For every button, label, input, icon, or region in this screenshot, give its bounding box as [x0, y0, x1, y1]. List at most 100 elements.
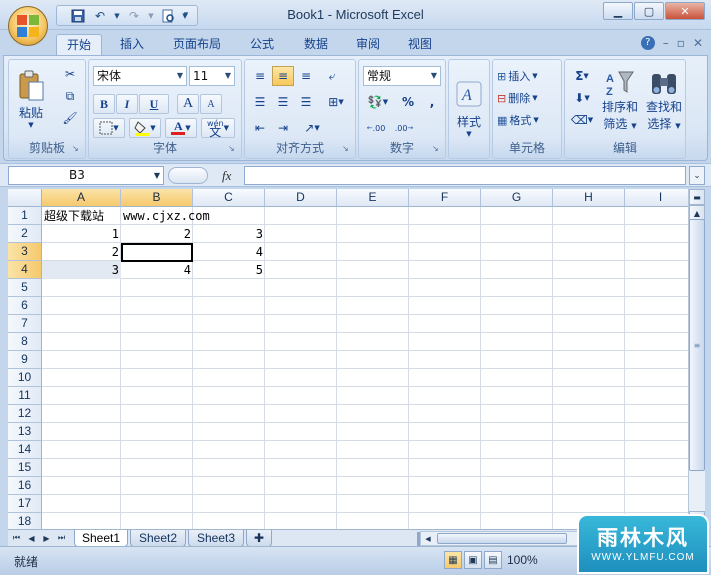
format-painter-icon[interactable]: 🖌 [59, 108, 81, 128]
insert-sheet-icon[interactable]: ✚ [246, 530, 272, 547]
column-header-g[interactable]: G [481, 189, 553, 207]
tab-review[interactable]: 审阅 [346, 34, 390, 56]
name-box[interactable]: B3 ▼ [8, 166, 164, 185]
styles-button[interactable]: A 样式 ▼ [451, 64, 487, 154]
row-header-4[interactable]: 4 [8, 261, 42, 279]
scroll-thumb[interactable]: ≡ [689, 219, 705, 471]
border-button[interactable]: ▼ [93, 118, 125, 138]
page-break-view-icon[interactable]: ▤ [484, 551, 502, 569]
row-header-13[interactable]: 13 [8, 423, 42, 441]
horizontal-scroll-thumb[interactable] [437, 533, 567, 544]
autosum-button[interactable]: Σ ▼ [567, 66, 597, 86]
percent-button[interactable]: % [397, 92, 419, 112]
minimize-button[interactable]: ▁ [603, 2, 633, 20]
column-header-i[interactable]: I [625, 189, 688, 207]
align-middle-icon[interactable]: ≡ [272, 66, 294, 86]
fill-icon[interactable]: ⬇ ▼ [567, 88, 597, 108]
decrease-decimal-button[interactable]: .00 → [391, 118, 417, 138]
format-cells-button[interactable]: ▦ 格式 ▼ [497, 110, 539, 130]
row-header-1[interactable]: 1 [8, 207, 42, 225]
column-header-f[interactable]: F [409, 189, 481, 207]
align-center-icon[interactable]: ☰ [272, 92, 294, 112]
phonetic-button[interactable]: wén 文 ▼ [201, 118, 235, 138]
normal-view-icon[interactable]: ▦ [444, 551, 462, 569]
underline-button[interactable]: U [139, 94, 169, 114]
find-select-button[interactable]: 查找和 选择 ▼ [643, 64, 685, 136]
row-header-16[interactable]: 16 [8, 477, 42, 495]
maximize-button[interactable]: ▢ [634, 2, 664, 20]
font-name-combo[interactable]: 宋体 ▼ [93, 66, 187, 86]
cell-a3[interactable]: 2 [42, 243, 121, 261]
tab-split-handle[interactable] [417, 532, 420, 546]
cell-b4[interactable]: 4 [121, 261, 193, 279]
merge-center-icon[interactable]: ⊞ ▼ [321, 92, 351, 112]
cell-b1[interactable]: www.cjxz.com [121, 207, 212, 225]
workbook-close-icon[interactable]: ✕ [693, 36, 703, 50]
cell-a1[interactable]: 超级下载站 [42, 207, 106, 225]
name-box-dropdown-icon[interactable]: ▼ [154, 167, 160, 184]
help-icon[interactable]: ? [640, 36, 655, 50]
fill-color-button[interactable]: ▼ [129, 118, 161, 138]
column-header-b[interactable]: B [121, 189, 193, 207]
active-cell-b3[interactable] [121, 243, 193, 262]
row-header-9[interactable]: 9 [8, 351, 42, 369]
row-header-7[interactable]: 7 [8, 315, 42, 333]
font-size-combo[interactable]: 11 ▼ [189, 66, 235, 86]
tab-page-layout[interactable]: 页面布局 [164, 34, 230, 56]
grow-font-button[interactable]: A [177, 94, 199, 114]
insert-cells-button[interactable]: ⊞ 插入 ▼ [497, 66, 538, 86]
font-color-button[interactable]: A ▼ [165, 118, 197, 138]
page-layout-view-icon[interactable]: ▣ [464, 551, 482, 569]
sheet-tab-1[interactable]: Sheet1 [74, 530, 128, 547]
align-right-icon[interactable]: ☰ [295, 92, 317, 112]
cell-c2[interactable]: 3 [193, 225, 265, 243]
tab-home[interactable]: 开始 [56, 34, 102, 56]
italic-button[interactable]: I [116, 94, 138, 114]
align-left-icon[interactable]: ☰ [249, 92, 271, 112]
row-header-2[interactable]: 2 [8, 225, 42, 243]
row-header-8[interactable]: 8 [8, 333, 42, 351]
worksheet-grid[interactable]: ABCDEFGHI 1 2 3 4 5 6 7 8 9 10 11 12 13 14 15 16 17 18 超级… [8, 189, 688, 529]
increase-decimal-button[interactable]: ← .00 [363, 118, 389, 138]
copy-icon[interactable]: ⧉ [59, 86, 81, 106]
paste-button[interactable]: 粘贴 ▼ [13, 64, 49, 134]
last-sheet-icon[interactable]: ⏭ [55, 531, 68, 545]
row-header-10[interactable]: 10 [8, 369, 42, 387]
vertical-scrollbar[interactable]: ▬ ▲ ≡ ▼ [688, 189, 705, 529]
insert-function-icon[interactable]: fx [222, 168, 231, 184]
row-header-18[interactable]: 18 [8, 513, 42, 529]
sort-filter-button[interactable]: AZ 排序和 筛选 ▼ [599, 64, 641, 136]
tab-view[interactable]: 视图 [398, 34, 442, 56]
office-button[interactable] [8, 6, 48, 46]
align-top-icon[interactable]: ≡ [249, 66, 271, 86]
clipboard-launcher-icon[interactable]: ↘ [72, 144, 82, 154]
clear-icon[interactable]: ⌫ ▼ [567, 110, 597, 130]
first-sheet-icon[interactable]: ⏮ [10, 531, 23, 545]
font-launcher-icon[interactable]: ↘ [228, 144, 238, 154]
column-header-d[interactable]: D [265, 189, 337, 207]
close-button[interactable]: ✕ [665, 2, 705, 20]
prev-sheet-icon[interactable]: ◀ [25, 531, 38, 545]
expand-formula-bar-icon[interactable]: ⌄ [689, 166, 705, 185]
wrap-text-icon[interactable]: ⤶ [321, 66, 343, 86]
row-header-11[interactable]: 11 [8, 387, 42, 405]
column-header-a[interactable]: A [42, 189, 121, 207]
tab-insert[interactable]: 插入 [110, 34, 154, 56]
formula-splitter-handle[interactable] [168, 167, 208, 184]
row-header-17[interactable]: 17 [8, 495, 42, 513]
workbook-minimize-icon[interactable]: – [663, 36, 669, 50]
cell-c3[interactable]: 4 [193, 243, 265, 261]
zoom-level[interactable]: 100% [507, 553, 538, 567]
row-header-14[interactable]: 14 [8, 441, 42, 459]
comma-button[interactable]: , [421, 92, 443, 112]
tab-data[interactable]: 数据 [294, 34, 338, 56]
select-all-button[interactable] [8, 189, 42, 207]
number-launcher-icon[interactable]: ↘ [432, 144, 442, 154]
next-sheet-icon[interactable]: ▶ [40, 531, 53, 545]
row-header-6[interactable]: 6 [8, 297, 42, 315]
align-bottom-icon[interactable]: ≡ [295, 66, 317, 86]
bold-button[interactable]: B [93, 94, 115, 114]
row-header-12[interactable]: 12 [8, 405, 42, 423]
workbook-restore-icon[interactable]: ▫ [677, 36, 685, 50]
cut-icon[interactable]: ✂ [59, 64, 81, 84]
